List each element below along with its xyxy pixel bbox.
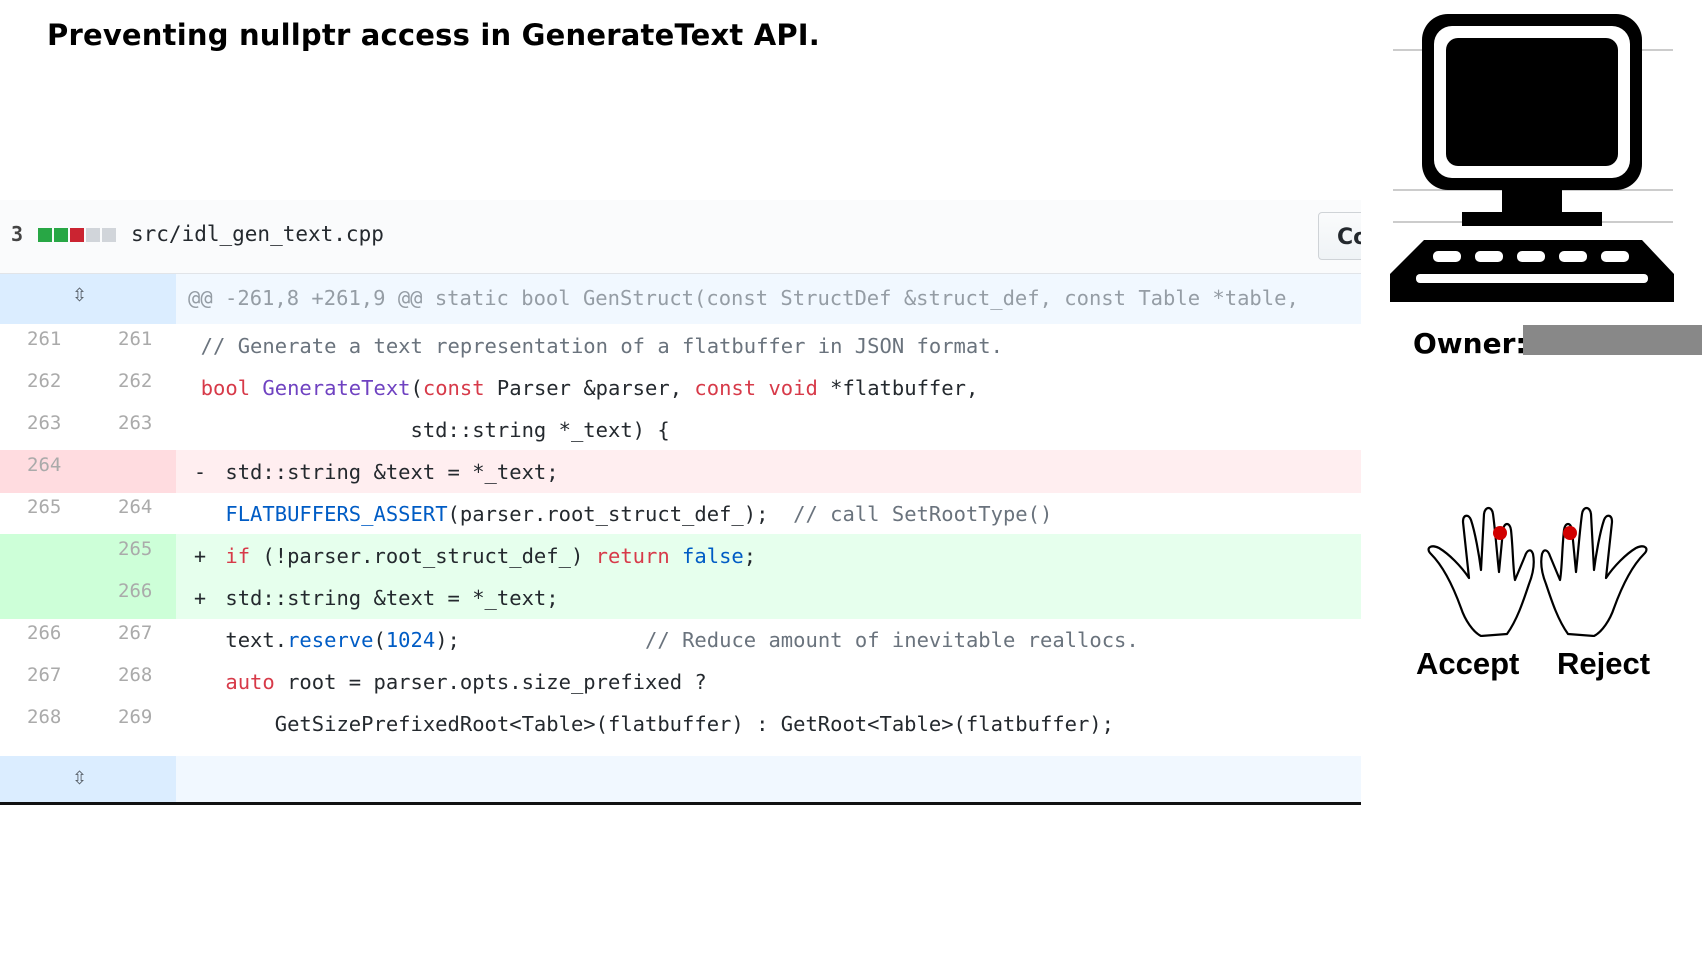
diff-line: 263 263 std::string *_text) { (0, 408, 1361, 451)
diffstat-block (70, 228, 84, 242)
reject-label[interactable]: Reject (1557, 646, 1650, 682)
addition-marker: + (194, 544, 207, 568)
hunk-header-text: @@ -261,8 +261,9 @@ static bool GenStruc… (176, 274, 1361, 324)
hunk-footer-fill (176, 756, 1361, 802)
old-line-number[interactable]: 264 (0, 450, 88, 493)
new-line-number[interactable]: 262 (88, 366, 176, 409)
diff-line: 266 267 text.reserve(1024); // Reduce am… (0, 618, 1361, 661)
hunk-footer: ⇳ (0, 756, 1361, 802)
diff-line: 267 268 auto root = parser.opts.size_pre… (0, 660, 1361, 703)
change-count: 3 (11, 222, 24, 246)
old-line-number[interactable] (0, 576, 88, 619)
new-line-number[interactable]: 265 (88, 534, 176, 577)
accept-hand-icon[interactable] (1413, 502, 1535, 637)
code-line: // Generate a text representation of a f… (176, 334, 1003, 358)
old-line-number[interactable]: 266 (0, 618, 88, 661)
diff-line: 265 264 FLATBUFFERS_ASSERT(parser.root_s… (0, 492, 1361, 535)
accept-label[interactable]: Accept (1416, 646, 1519, 682)
owner-label: Owner: (1413, 327, 1527, 360)
diff-line-added: 266 std::string &text = *_text; + (0, 576, 1361, 619)
code-line: FLATBUFFERS_ASSERT(parser.root_struct_de… (225, 502, 1053, 526)
expand-gutter[interactable]: ⇳ (0, 274, 176, 324)
view-file-button[interactable]: Co (1318, 212, 1361, 260)
new-line-number[interactable]: 261 (88, 324, 176, 367)
file-path[interactable]: src/idl_gen_text.cpp (131, 222, 384, 246)
diffstat-block (54, 228, 68, 242)
diffstat-block (102, 228, 116, 242)
reject-hand-icon[interactable] (1540, 502, 1662, 637)
expand-down-icon[interactable]: ⇳ (72, 768, 87, 789)
code-line: std::string &text = *_text; (176, 450, 1361, 493)
diff-line: 261 261 // Generate a text representatio… (0, 324, 1361, 367)
diff-line: 262 262 bool GenerateText(const Parser &… (0, 366, 1361, 409)
old-line-number[interactable]: 265 (0, 492, 88, 535)
new-line-number[interactable]: 266 (88, 576, 176, 619)
diff-line: 268 269 GetSizePrefixedRoot<Table>(flatb… (0, 702, 1361, 745)
new-line-number[interactable]: 263 (88, 408, 176, 451)
diffstat-blocks (38, 228, 116, 242)
code-line: bool GenerateText(const Parser &parser, … (200, 376, 979, 400)
owner-redacted-bar (1523, 325, 1702, 355)
hunk-header: ⇳ @@ -261,8 +261,9 @@ static bool GenStr… (0, 274, 1361, 324)
code-line: std::string *_text) { (176, 418, 670, 442)
expand-up-icon[interactable]: ⇳ (72, 285, 87, 306)
computer-icon (1390, 14, 1674, 302)
code-line: if (!parser.root_struct_def_) return fal… (176, 534, 1361, 577)
deletion-marker: - (194, 460, 207, 484)
old-line-number[interactable]: 262 (0, 366, 88, 409)
diff-line-deleted: 264 std::string &text = *_text; - (0, 450, 1361, 493)
old-line-number[interactable]: 261 (0, 324, 88, 367)
code-line: auto root = parser.opts.size_prefixed ? (225, 670, 707, 694)
diffstat-block (86, 228, 100, 242)
new-line-number[interactable]: 264 (88, 492, 176, 535)
old-line-number[interactable]: 268 (0, 702, 88, 745)
code-line: text.reserve(1024); // Reduce amount of … (176, 628, 1139, 652)
old-line-number[interactable]: 267 (0, 660, 88, 703)
new-line-number[interactable]: 269 (88, 702, 176, 745)
new-line-number[interactable]: 267 (88, 618, 176, 661)
old-line-number[interactable]: 263 (0, 408, 88, 451)
page-title: Preventing nullptr access in GenerateTex… (47, 18, 821, 52)
code-line: std::string &text = *_text; (176, 576, 1361, 619)
new-line-number[interactable]: 268 (88, 660, 176, 703)
addition-marker: + (194, 586, 207, 610)
old-line-number[interactable] (0, 534, 88, 577)
diff-panel: 3 src/idl_gen_text.cpp Co ⇳ @@ -261,8 +2… (0, 200, 1361, 805)
expand-gutter[interactable]: ⇳ (0, 756, 176, 802)
code-line: GetSizePrefixedRoot<Table>(flatbuffer) :… (176, 712, 1114, 736)
diffstat-block (38, 228, 52, 242)
file-header: 3 src/idl_gen_text.cpp Co (0, 200, 1361, 274)
new-line-number[interactable] (88, 450, 176, 493)
diff-line-added: 265 if (!parser.root_struct_def_) return… (0, 534, 1361, 577)
